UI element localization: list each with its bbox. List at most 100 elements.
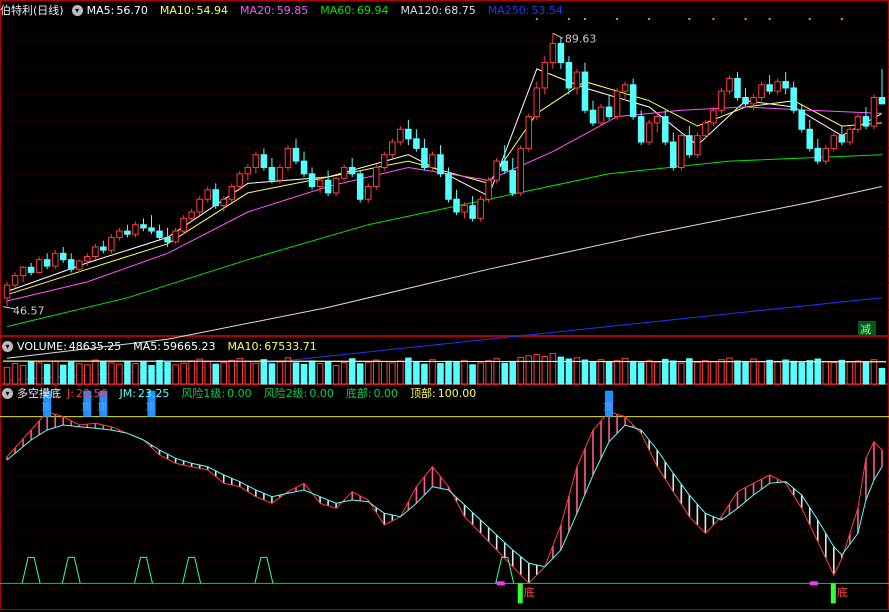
candle-body bbox=[244, 166, 252, 175]
chevron-down-icon[interactable]: ▾ bbox=[2, 387, 13, 399]
legend-label: VOLUME: bbox=[17, 339, 67, 353]
volume-bar bbox=[59, 364, 67, 385]
volume-bar bbox=[11, 363, 19, 385]
candle-body bbox=[67, 259, 75, 270]
volume-bar bbox=[613, 360, 621, 385]
volume-bar bbox=[694, 361, 701, 385]
volume-bar bbox=[541, 355, 549, 385]
volume-bar bbox=[678, 362, 685, 385]
candle-body bbox=[605, 106, 613, 118]
volume-bar bbox=[549, 353, 557, 385]
candle-body bbox=[710, 109, 717, 124]
volume-bar bbox=[798, 362, 805, 385]
peak-signal-triangle bbox=[133, 556, 153, 584]
legend-item: MA10: 67533.71 bbox=[228, 340, 323, 353]
volume-bar bbox=[389, 362, 396, 385]
legend-item: 风险2级: 0.00 bbox=[264, 387, 340, 400]
chevron-down-icon[interactable]: ▾ bbox=[71, 4, 83, 16]
peak-signal-triangle bbox=[61, 556, 81, 584]
candle-body bbox=[421, 147, 428, 168]
volume-bar bbox=[525, 355, 533, 385]
signal-dot bbox=[808, 18, 811, 20]
candle-body bbox=[477, 198, 484, 219]
candle-body bbox=[180, 217, 187, 232]
volume-bar bbox=[316, 363, 324, 385]
candle-body bbox=[140, 224, 147, 229]
candle-body bbox=[493, 160, 500, 181]
volume-bar bbox=[653, 361, 661, 385]
volume-bar bbox=[276, 361, 284, 385]
volume-bar bbox=[589, 361, 597, 385]
legend-value: 100.00 bbox=[437, 387, 477, 400]
bottom-pink-dot bbox=[496, 581, 505, 586]
legend-value: 0.00 bbox=[309, 387, 334, 400]
legend-value: 53.54 bbox=[531, 3, 563, 17]
legend-value: 59665.23 bbox=[163, 339, 216, 353]
volume-bar bbox=[43, 363, 51, 385]
candle-body bbox=[678, 135, 685, 168]
legend-value: 0.00 bbox=[373, 387, 399, 400]
signal-dot bbox=[768, 18, 771, 20]
volume-bar bbox=[308, 360, 316, 385]
candle-body bbox=[252, 154, 260, 168]
candle-body bbox=[164, 236, 171, 243]
candle-body bbox=[613, 90, 621, 118]
candle-body bbox=[878, 97, 886, 105]
volume-bar bbox=[204, 361, 211, 385]
volume-bar bbox=[806, 360, 814, 385]
legend-item: JM: 23.25 bbox=[119, 387, 175, 400]
volume-bar bbox=[260, 359, 268, 385]
volume-bar bbox=[413, 361, 420, 385]
candle-body bbox=[397, 128, 404, 143]
window-title: 伯特利(日线) bbox=[0, 4, 64, 17]
volume-bar bbox=[597, 359, 605, 385]
signal-dot bbox=[648, 18, 651, 20]
volume-bar bbox=[116, 363, 123, 385]
candle-body bbox=[356, 173, 364, 200]
volume-bar bbox=[493, 358, 500, 385]
candle-body bbox=[726, 77, 733, 92]
top-signal-label: 顶 bbox=[97, 402, 106, 413]
legend-label: MA5: bbox=[133, 339, 162, 353]
volume-bar bbox=[92, 359, 99, 385]
candle-body bbox=[276, 166, 284, 181]
volume-bar bbox=[605, 361, 613, 385]
candle-body bbox=[629, 84, 637, 118]
candle-body bbox=[806, 128, 814, 149]
candle-body bbox=[541, 62, 549, 89]
volume-bar bbox=[27, 361, 35, 385]
ma-line-ma120 bbox=[6, 186, 883, 359]
legend-value: 67533.71 bbox=[264, 339, 317, 353]
candle-body bbox=[485, 179, 492, 200]
candle-body bbox=[75, 260, 83, 270]
volume-bar bbox=[100, 361, 107, 385]
candle-body bbox=[525, 116, 533, 149]
bottom-signal-label: 底 bbox=[524, 585, 535, 599]
chevron-down-icon[interactable]: ▾ bbox=[2, 340, 13, 352]
volume-bar bbox=[356, 363, 364, 385]
candle-body bbox=[172, 230, 179, 243]
candle-body bbox=[565, 62, 573, 89]
candle-body bbox=[718, 90, 725, 111]
top-signal-label: 顶 bbox=[146, 402, 155, 413]
volume-bar bbox=[132, 363, 139, 385]
candle-body bbox=[348, 166, 356, 175]
volume-bar bbox=[188, 360, 195, 385]
legend-label: J: bbox=[67, 387, 74, 400]
volume-legend: ▾ VOLUME: 48635.25 MA5: 59665.23 MA10: 67533.… bbox=[0, 338, 335, 354]
candle-body bbox=[750, 97, 757, 105]
volume-bar bbox=[501, 362, 508, 385]
candle-body bbox=[846, 128, 854, 143]
candle-body bbox=[854, 116, 862, 130]
volume-bar bbox=[509, 361, 516, 385]
signal-dot bbox=[688, 18, 691, 20]
legend-item: MA5: 59665.23 bbox=[133, 340, 221, 353]
price-legend: 伯特利(日线) ▾ MA5: 56.70 MA10: 54.94 MA20: 59.85 M… bbox=[0, 2, 581, 18]
candle-body bbox=[212, 189, 219, 207]
volume-bar bbox=[822, 361, 830, 385]
candle-body bbox=[373, 166, 380, 188]
candle-body bbox=[621, 84, 629, 92]
legend-item: MA5: 56.70 bbox=[87, 4, 154, 17]
candle-body bbox=[364, 186, 372, 200]
legend-item: J: 23.56 bbox=[67, 387, 113, 400]
